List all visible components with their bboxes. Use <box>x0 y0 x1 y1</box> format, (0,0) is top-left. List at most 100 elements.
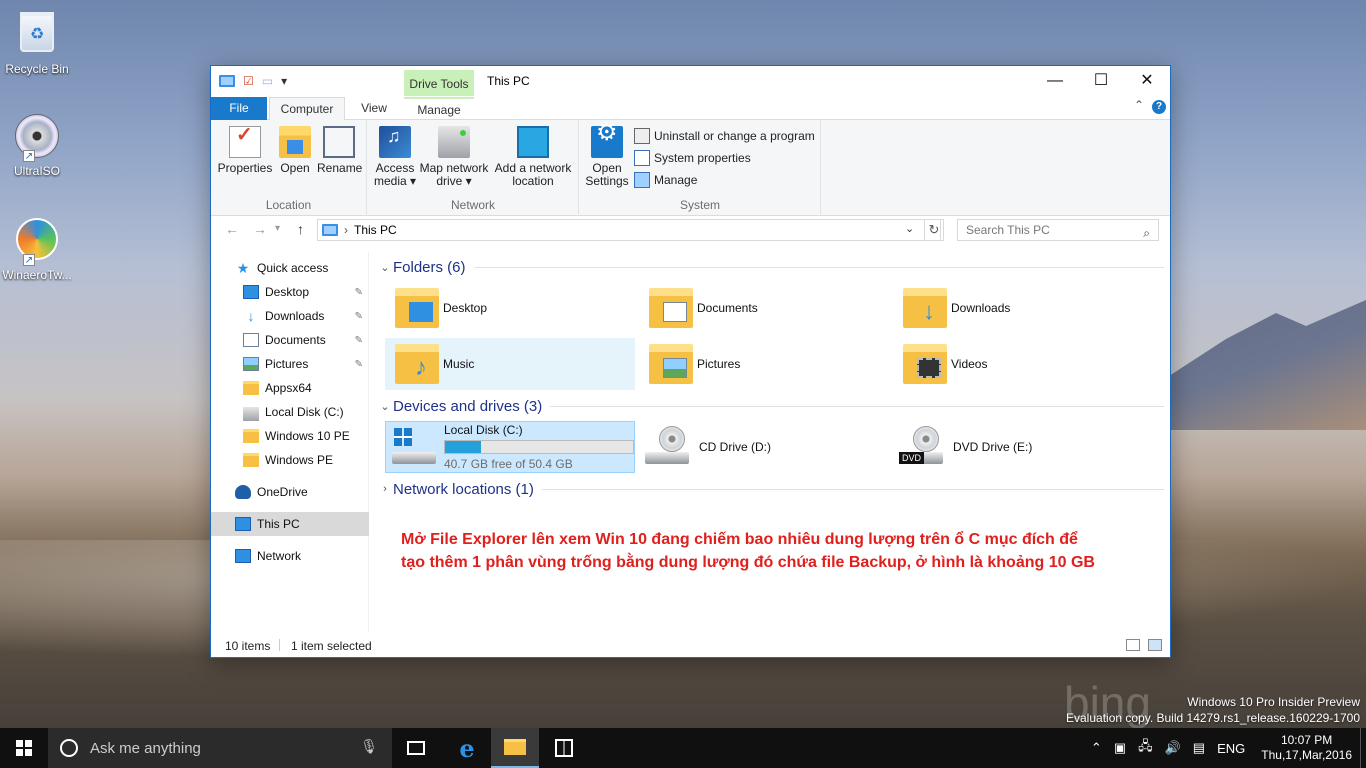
maximize-button[interactable]: ☐ <box>1078 66 1124 96</box>
microphone-icon[interactable]: 🎙 <box>360 738 378 755</box>
language-indicator[interactable]: ENG <box>1217 741 1245 756</box>
forward-arrow-icon[interactable]: → <box>253 221 267 237</box>
action-center-icon[interactable]: ▤ <box>1193 740 1205 756</box>
task-view-button[interactable] <box>392 728 440 768</box>
details-view-icon[interactable] <box>1126 639 1140 651</box>
manage-computer-icon <box>634 172 650 188</box>
tab-file[interactable]: File <box>211 97 267 120</box>
file-explorer-taskbar-button[interactable] <box>491 728 539 768</box>
network-drive-icon <box>438 126 470 158</box>
cortana-search-box[interactable]: Ask me anything 🎙 <box>48 728 392 768</box>
manage-label: Manage <box>654 173 698 187</box>
up-arrow-icon[interactable]: ↑ <box>297 221 304 237</box>
folder-tile-music[interactable]: ♪ Music <box>385 338 635 390</box>
drive-tile-cd[interactable]: CD Drive (D:) <box>639 421 889 473</box>
recent-locations-icon[interactable]: ▾ <box>275 223 280 234</box>
clock-date: Thu,17,Mar,2016 <box>1261 748 1352 762</box>
folder-tile-videos[interactable]: Videos <box>893 338 1143 390</box>
windows-drive-icon <box>392 426 436 468</box>
sidebar-item-this-pc[interactable]: This PC <box>211 512 369 536</box>
tab-manage[interactable]: Manage <box>404 97 474 120</box>
open-settings-button[interactable]: Open Settings <box>584 126 630 188</box>
help-icon[interactable]: ? <box>1152 100 1166 114</box>
add-network-location-button[interactable]: Add a network location <box>492 126 574 188</box>
desktop-icon-winaero[interactable]: ↗ WinaeroTw... <box>0 214 74 282</box>
title-bar[interactable]: ☑ ▭ ▾ Drive Tools This PC — ☐ ✕ <box>211 66 1170 96</box>
folder-tile-downloads[interactable]: ↓ Downloads <box>893 282 1143 334</box>
sidebar-item-windows-10-pe[interactable]: Windows 10 PE <box>211 424 369 448</box>
start-button[interactable] <box>0 728 48 768</box>
sidebar-item-downloads[interactable]: ↓ Downloads ✎ <box>211 304 369 328</box>
properties-button[interactable]: Properties <box>217 126 273 175</box>
pin-icon[interactable]: ✎ <box>355 311 363 322</box>
map-network-drive-button[interactable]: Map network drive ▾ <box>418 126 490 188</box>
drive-usage-fill <box>445 441 481 453</box>
access-media-button[interactable]: Access media ▾ <box>372 126 418 188</box>
desktop-icon-recycle-bin[interactable]: Recycle Bin <box>0 8 74 76</box>
manage-button[interactable]: Manage <box>634 172 697 188</box>
pin-icon[interactable]: ✎ <box>355 335 363 346</box>
uninstall-program-button[interactable]: Uninstall or change a program <box>634 128 815 144</box>
sidebar-item-documents[interactable]: Documents ✎ <box>211 328 369 352</box>
rename-button[interactable]: Rename <box>317 126 362 175</box>
show-desktop-button[interactable] <box>1360 728 1366 768</box>
task-view-icon <box>407 741 425 755</box>
sidebar-item-local-disk[interactable]: Local Disk (C:) <box>211 400 369 424</box>
minimize-button[interactable]: — <box>1032 66 1078 96</box>
computer-icon <box>235 517 251 531</box>
open-label: Open <box>280 161 310 175</box>
pin-icon[interactable]: ✎ <box>355 359 363 370</box>
notification-app-icon[interactable]: ▣ <box>1114 740 1126 756</box>
watermark-line-1: Windows 10 Pro Insider Preview <box>1187 695 1360 709</box>
drive-tile-local-disk[interactable]: Local Disk (C:) 40.7 GB free of 50.4 GB <box>385 421 635 473</box>
desktop-icon-label: UltraISO <box>13 164 60 178</box>
properties-label: Properties <box>217 161 273 175</box>
system-properties-button[interactable]: System properties <box>634 150 751 166</box>
address-dropdown-icon[interactable]: ⌄ <box>905 222 914 235</box>
pictures-icon <box>663 358 687 378</box>
desktop-icon <box>243 285 259 299</box>
sidebar-item-appsx64[interactable]: Appsx64 <box>211 376 369 400</box>
tab-view[interactable]: View <box>351 97 397 120</box>
ribbon-group-network: Access media ▾ Map network drive ▾ Add a… <box>368 120 579 216</box>
search-input[interactable]: Search This PC ⌕ <box>957 219 1159 241</box>
section-header-devices[interactable]: ⌄ Devices and drives (3) <box>377 395 1164 417</box>
section-header-folders[interactable]: ⌄ Folders (6) <box>377 256 1164 278</box>
sidebar-item-network[interactable]: Network <box>211 544 369 568</box>
store-button[interactable] <box>540 728 588 768</box>
clock[interactable]: 10:07 PM Thu,17,Mar,2016 <box>1261 733 1352 763</box>
this-pc-icon <box>219 75 235 87</box>
selection-count: 1 item selected <box>291 639 372 653</box>
desktop-icon-ultraiso[interactable]: ↗ UltraISO <box>0 112 74 178</box>
tab-computer[interactable]: Computer <box>269 97 345 121</box>
network-icon[interactable]: 🖧 <box>1138 737 1153 759</box>
sidebar-item-desktop[interactable]: Desktop ✎ <box>211 280 369 304</box>
background-mountain <box>1166 300 1366 430</box>
properties-qat-icon[interactable]: ☑ <box>243 74 254 88</box>
show-hidden-icons-chevron-up-icon[interactable]: ⌃ <box>1091 740 1102 756</box>
close-button[interactable]: ✕ <box>1124 66 1170 96</box>
folder-tile-documents[interactable]: Documents <box>639 282 889 334</box>
drive-tile-dvd[interactable]: DVD DVD Drive (E:) <box>893 421 1143 473</box>
sidebar-item-quick-access[interactable]: ★ Quick access <box>211 256 369 280</box>
section-header-network-locations[interactable]: › Network locations (1) <box>377 478 1164 500</box>
customize-qat-dropdown[interactable]: ▾ <box>281 74 287 88</box>
media-icon <box>379 126 411 158</box>
disc-icon <box>913 426 939 452</box>
back-arrow-icon[interactable]: ← <box>225 221 239 237</box>
folder-tile-desktop[interactable]: Desktop <box>385 282 635 334</box>
refresh-icon[interactable]: ↻ <box>924 219 944 241</box>
collapse-ribbon-icon[interactable]: ⌃ <box>1134 98 1144 112</box>
volume-icon[interactable]: 🔊 <box>1165 740 1181 756</box>
sidebar-item-pictures[interactable]: Pictures ✎ <box>211 352 369 376</box>
address-field[interactable]: › This PC <box>317 219 941 241</box>
ribbon-group-location: Properties Open Rename Location <box>211 120 367 216</box>
sidebar-item-windows-pe[interactable]: Windows PE <box>211 448 369 472</box>
pin-icon[interactable]: ✎ <box>355 287 363 298</box>
large-icons-view-icon[interactable] <box>1148 639 1162 651</box>
open-button[interactable]: Open <box>275 126 315 175</box>
new-folder-qat-icon[interactable]: ▭ <box>262 74 273 88</box>
edge-button[interactable]: e <box>443 728 491 768</box>
folder-tile-pictures[interactable]: Pictures <box>639 338 889 390</box>
sidebar-item-onedrive[interactable]: OneDrive <box>211 480 369 504</box>
